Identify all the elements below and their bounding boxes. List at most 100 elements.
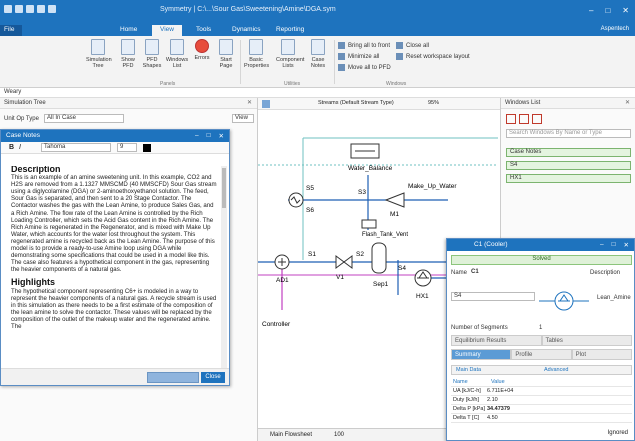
- tile-icon[interactable]: [519, 114, 529, 124]
- shapes-icon: [145, 39, 159, 55]
- font-select[interactable]: Tahoma: [41, 143, 111, 152]
- zoom-level[interactable]: 95%: [428, 100, 439, 106]
- open-icon[interactable]: [48, 5, 56, 13]
- close-icon[interactable]: ✕: [622, 6, 629, 15]
- show-pfd-button[interactable]: Show PFD: [116, 39, 140, 69]
- tree-icon: [91, 39, 105, 55]
- title-bar: Symmetry | C:\...\Sour Gas\Sweetening\Am…: [0, 0, 635, 24]
- absorber-ad1[interactable]: [274, 254, 290, 270]
- start-page-button[interactable]: Start Page: [214, 39, 238, 69]
- redo-icon[interactable]: [37, 5, 45, 13]
- stream-type-combo[interactable]: Streams (Default Stream Type): [318, 100, 394, 106]
- undo-icon[interactable]: [26, 5, 34, 13]
- simulation-tree-button[interactable]: Simulation Tree: [86, 39, 112, 69]
- close-icon[interactable]: ✕: [624, 241, 629, 249]
- main-data-section[interactable]: Main Data: [456, 367, 481, 373]
- row-value[interactable]: 4.50: [487, 415, 498, 421]
- tab-file[interactable]: File: [0, 25, 22, 36]
- row-value[interactable]: 34.47379: [487, 406, 510, 412]
- case-notes-footer: Close: [1, 368, 229, 385]
- close-all-button[interactable]: Close all: [396, 42, 429, 49]
- case-notes-button[interactable]: Case Notes: [306, 39, 330, 69]
- component-lists-button[interactable]: Component Lists: [276, 39, 304, 69]
- windows-list-item[interactable]: HX1: [506, 174, 631, 183]
- windows-list-item[interactable]: S4: [506, 161, 631, 170]
- highlights-text: The hypothetical component representing …: [11, 287, 217, 330]
- minimize-icon[interactable]: –: [589, 6, 593, 15]
- maximize-icon[interactable]: □: [605, 6, 610, 15]
- windows-list-button[interactable]: Windows List: [165, 39, 189, 69]
- cooler-tabs-row1: Equilibrium Results Tables: [451, 335, 632, 346]
- tab-tables[interactable]: Tables: [541, 335, 632, 346]
- errors-button[interactable]: Errors: [190, 39, 214, 61]
- water-balance-block[interactable]: [350, 143, 380, 159]
- maximize-icon[interactable]: □: [612, 241, 616, 249]
- stream-s1-label: S1: [308, 251, 316, 258]
- reset-layout-button[interactable]: Reset workspace layout: [396, 53, 470, 60]
- name-input[interactable]: C1: [469, 269, 539, 278]
- minimize-icon[interactable]: –: [600, 241, 604, 249]
- outlet-stream-label[interactable]: Lean_Amine: [597, 295, 631, 301]
- app-icon[interactable]: [4, 5, 12, 13]
- bold-icon[interactable]: B: [9, 144, 14, 151]
- column-header: Name: [453, 379, 468, 385]
- main-data-table: Name Value UA [kJ/C-h] 6.711E+04 Duty [k…: [451, 378, 632, 423]
- panel-close-icon[interactable]: ✕: [247, 99, 252, 106]
- font-size-select[interactable]: 9: [117, 143, 137, 152]
- tab-equilibrium-results[interactable]: Equilibrium Results: [451, 335, 542, 346]
- maximize-icon[interactable]: □: [207, 132, 211, 140]
- row-value[interactable]: 2.10: [487, 397, 498, 403]
- flash-tank[interactable]: [361, 219, 377, 229]
- tab-home[interactable]: Home: [112, 25, 145, 36]
- save-icon[interactable]: [15, 5, 23, 13]
- tab-profile[interactable]: Profile: [511, 349, 572, 360]
- row-value[interactable]: 6.711E+04: [487, 388, 513, 394]
- tab-reporting[interactable]: Reporting: [268, 25, 312, 36]
- basic-properties-button[interactable]: Basic Properties: [244, 39, 269, 69]
- heat-exchanger-hx1-label: HX1: [416, 293, 429, 300]
- close-icon[interactable]: ✕: [219, 132, 224, 140]
- tree-filter-select[interactable]: View: [232, 114, 254, 123]
- tab-tools[interactable]: Tools: [188, 25, 219, 36]
- cooler-titlebar: C1 (Cooler) – □ ✕: [447, 239, 634, 251]
- pin-icon[interactable]: [506, 114, 516, 124]
- name-label: Name: [451, 270, 468, 276]
- unit-op-type-select[interactable]: All In Case: [44, 114, 124, 123]
- notes-footer-field[interactable]: [147, 372, 199, 383]
- tab-plot[interactable]: Plot: [571, 349, 632, 360]
- notes-scrollbar[interactable]: [221, 166, 227, 372]
- move-all-pfd-button[interactable]: Move all to PFD: [338, 64, 391, 71]
- ignored-checkbox[interactable]: Ignored: [608, 430, 628, 436]
- cascade-icon[interactable]: [532, 114, 542, 124]
- segments-input[interactable]: 1: [539, 325, 542, 331]
- heat-exchanger-hx1[interactable]: [414, 269, 432, 287]
- font-color-icon[interactable]: [143, 144, 151, 152]
- separator-sep1[interactable]: [371, 242, 387, 274]
- panel-close-icon[interactable]: ✕: [625, 99, 630, 106]
- pfd-shapes-button[interactable]: PFD Shapes: [140, 39, 164, 69]
- close-button[interactable]: Close: [201, 372, 225, 383]
- select-tool-icon[interactable]: [262, 100, 270, 108]
- ribbon-separator: [334, 40, 335, 84]
- tab-summary[interactable]: Summary: [451, 349, 512, 360]
- close-all-icon: [396, 42, 403, 49]
- windows-search-input[interactable]: Search Windows By Name or Type: [506, 129, 631, 138]
- segments-label: Number of Segments: [451, 325, 508, 331]
- main-flowsheet-tab[interactable]: Main Flowsheet: [270, 432, 312, 438]
- minimize-icon[interactable]: –: [195, 132, 199, 140]
- inlet-stream-select[interactable]: S4: [451, 292, 535, 301]
- heater-unit[interactable]: [288, 192, 304, 208]
- start-page-icon: [219, 39, 233, 55]
- tab-dynamics[interactable]: Dynamics: [224, 25, 269, 36]
- bring-all-front-button[interactable]: Bring all to front: [338, 42, 390, 49]
- minimize-all-button[interactable]: Minimize all: [338, 53, 379, 60]
- flowsheet-zoom[interactable]: 100: [334, 432, 344, 438]
- advanced-section[interactable]: Advanced: [544, 367, 568, 373]
- windows-toolbar: [506, 114, 542, 124]
- account-name[interactable]: Aspentech: [601, 26, 629, 32]
- table-row: Delta T [C] 4.50: [451, 414, 632, 423]
- tab-view[interactable]: View: [152, 25, 182, 36]
- italic-icon[interactable]: I: [19, 144, 21, 151]
- case-notes-text[interactable]: Description This is an example of an ami…: [11, 166, 217, 371]
- windows-list-item[interactable]: Case Notes: [506, 148, 631, 157]
